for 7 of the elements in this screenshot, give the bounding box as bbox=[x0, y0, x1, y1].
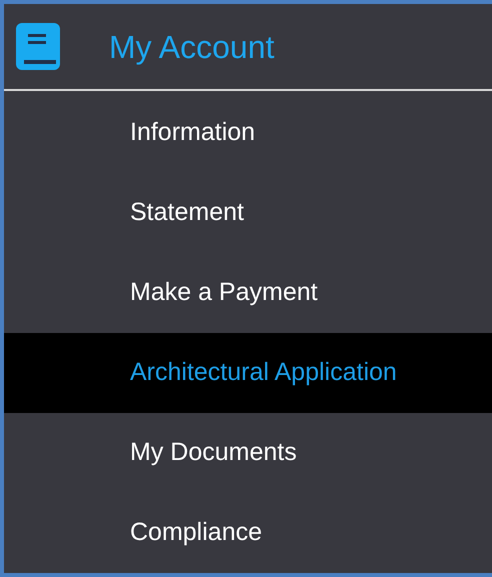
menu-item[interactable]: My Documents bbox=[4, 413, 492, 493]
menu-item[interactable]: Information bbox=[4, 93, 492, 173]
menu-item[interactable]: Compliance bbox=[4, 493, 492, 573]
menu-title: My Account bbox=[109, 28, 274, 67]
menu-item[interactable]: Statement bbox=[4, 173, 492, 253]
menu-item[interactable]: Architectural Application bbox=[4, 333, 492, 413]
menu-item[interactable]: Make a Payment bbox=[4, 253, 492, 333]
